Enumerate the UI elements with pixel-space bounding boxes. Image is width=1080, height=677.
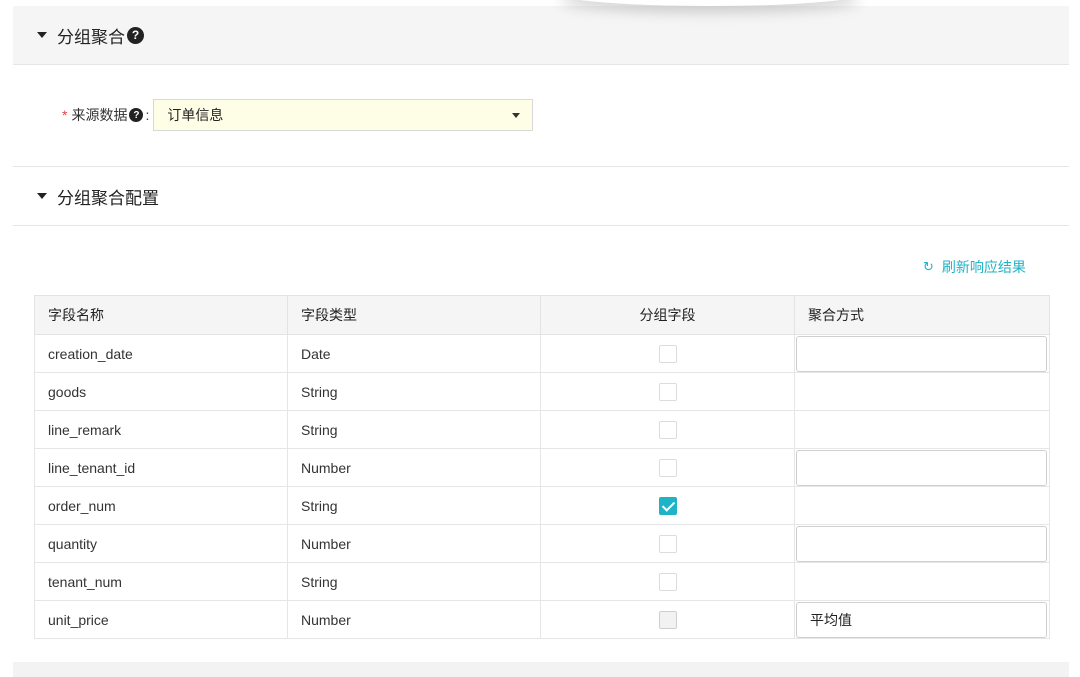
section-title: 分组聚合配置 — [57, 188, 159, 208]
table-row: line_tenant_id Number — [34, 448, 1050, 487]
group-field-cell — [540, 600, 795, 639]
group-checkbox[interactable] — [658, 458, 677, 477]
required-marker: * — [62, 107, 68, 123]
source-data-label: 来源数据 — [71, 107, 128, 123]
chevron-down-icon — [512, 112, 521, 118]
field-name-cell: order_num — [34, 486, 288, 525]
section-header-group-aggregate[interactable]: 分组聚合 ? — [13, 6, 1069, 65]
group-field-cell — [540, 372, 795, 411]
field-name-cell: unit_price — [34, 600, 288, 639]
table-row: quantity Number — [34, 524, 1050, 563]
group-checkbox[interactable] — [658, 572, 677, 591]
refresh-icon: ↻ — [923, 259, 934, 274]
refresh-response-button[interactable]: ↻ 刷新响应结果 — [923, 257, 1026, 277]
aggregate-cell — [794, 372, 1050, 411]
source-data-row: * 来源数据 ? : 订单信息 — [62, 98, 534, 132]
field-type-cell: String — [287, 372, 541, 411]
table-row: goods String — [34, 372, 1050, 411]
field-name-cell: creation_date — [34, 334, 288, 373]
aggregate-cell — [794, 524, 1050, 563]
group-field-cell — [540, 334, 795, 373]
table-header-row: 字段名称 字段类型 分组字段 聚合方式 — [34, 295, 1050, 335]
source-data-value: 订单信息 — [167, 107, 224, 123]
caret-down-icon[interactable] — [37, 193, 47, 199]
next-section-edge — [13, 662, 1069, 677]
group-field-cell — [540, 562, 795, 601]
field-name-cell: tenant_num — [34, 562, 288, 601]
label-colon: : — [145, 107, 150, 123]
group-aggregate-table: 字段名称 字段类型 分组字段 聚合方式 creation_date Date g… — [34, 295, 1050, 639]
group-checkbox[interactable] — [658, 344, 677, 363]
aggregate-select[interactable]: 平均值 — [796, 602, 1047, 638]
group-field-cell — [540, 410, 795, 449]
group-field-cell — [540, 448, 795, 487]
group-field-cell — [540, 524, 795, 563]
aggregate-cell — [794, 448, 1050, 487]
column-header-aggregate-method: 聚合方式 — [794, 295, 1050, 335]
section-title: 分组聚合 — [57, 27, 125, 47]
group-checkbox[interactable] — [658, 534, 677, 553]
table-row: order_num String — [34, 486, 1050, 525]
field-type-cell: Number — [287, 448, 541, 487]
field-type-cell: Date — [287, 334, 541, 373]
aggregate-cell — [794, 486, 1050, 525]
group-checkbox[interactable] — [658, 382, 677, 401]
table-row: creation_date Date — [34, 334, 1050, 373]
caret-down-icon[interactable] — [37, 32, 47, 38]
column-header-group-field: 分组字段 — [540, 295, 795, 335]
field-name-cell: line_tenant_id — [34, 448, 288, 487]
column-header-field-name: 字段名称 — [34, 295, 288, 335]
field-type-cell: String — [287, 486, 541, 525]
aggregate-select[interactable] — [796, 450, 1047, 486]
section-header-group-aggregate-config[interactable]: 分组聚合配置 — [13, 167, 1069, 226]
help-icon[interactable]: ? — [129, 108, 144, 122]
aggregate-cell — [794, 562, 1050, 601]
field-name-cell: line_remark — [34, 410, 288, 449]
aggregate-cell — [794, 334, 1050, 373]
refresh-label: 刷新响应结果 — [941, 259, 1026, 275]
field-type-cell: Number — [287, 524, 541, 563]
table-row: line_remark String — [34, 410, 1050, 449]
field-type-cell: String — [287, 410, 541, 449]
aggregate-select[interactable] — [796, 336, 1047, 372]
source-data-select[interactable]: 订单信息 — [153, 99, 534, 131]
group-checkbox-disabled[interactable] — [658, 610, 677, 629]
field-type-cell: Number — [287, 600, 541, 639]
field-type-cell: String — [287, 562, 541, 601]
table-row: unit_price Number 平均值 — [34, 600, 1050, 639]
aggregate-select[interactable] — [796, 526, 1047, 562]
group-checkbox[interactable] — [658, 420, 677, 439]
help-icon[interactable]: ? — [127, 26, 144, 44]
aggregate-cell — [794, 410, 1050, 449]
field-name-cell: goods — [34, 372, 288, 411]
table-row: tenant_num String — [34, 562, 1050, 601]
field-name-cell: quantity — [34, 524, 288, 563]
group-checkbox-checked[interactable] — [658, 496, 677, 515]
group-field-cell — [540, 486, 795, 525]
column-header-field-type: 字段类型 — [287, 295, 541, 335]
aggregate-cell: 平均值 — [794, 600, 1050, 639]
